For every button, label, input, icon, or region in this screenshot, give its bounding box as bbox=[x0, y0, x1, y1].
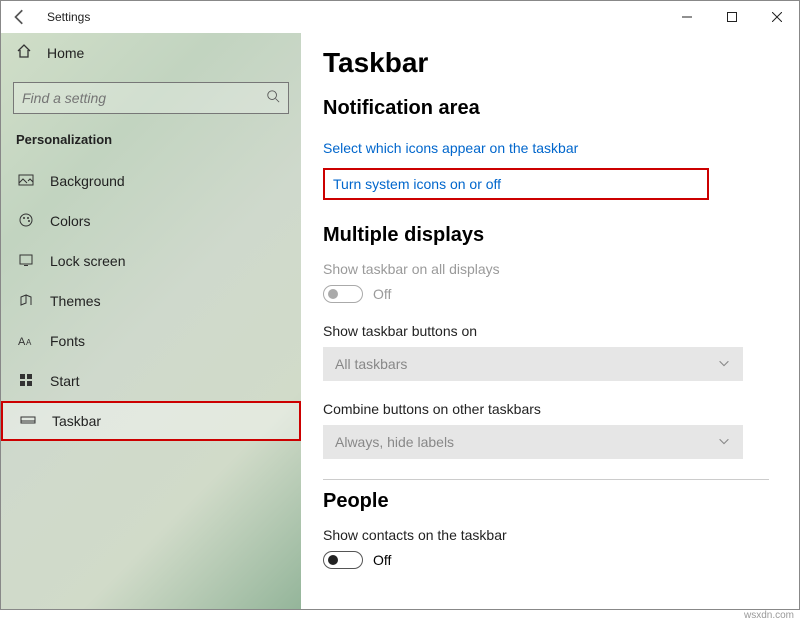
link-system-icons[interactable]: Turn system icons on or off bbox=[323, 168, 709, 200]
select-combine[interactable]: Always, hide labels bbox=[323, 425, 743, 459]
search-input[interactable] bbox=[22, 90, 266, 106]
chevron-down-icon bbox=[717, 434, 731, 451]
sidebar-item-label: Fonts bbox=[50, 333, 85, 349]
start-icon bbox=[18, 372, 34, 391]
setting-label: Show taskbar on all displays bbox=[323, 261, 769, 277]
taskbar-icon bbox=[20, 412, 36, 431]
home-icon bbox=[16, 43, 32, 62]
sidebar-item-label: Start bbox=[50, 373, 80, 389]
setting-buttons-on: Show taskbar buttons on All taskbars bbox=[323, 323, 769, 381]
setting-show-contacts: Show contacts on the taskbar Off bbox=[323, 527, 769, 569]
sidebar-item-taskbar[interactable]: Taskbar bbox=[1, 401, 301, 441]
select-value: Always, hide labels bbox=[335, 434, 454, 450]
sidebar-item-themes[interactable]: Themes bbox=[1, 281, 301, 321]
setting-label: Show taskbar buttons on bbox=[323, 323, 769, 339]
toggle-state: Off bbox=[373, 552, 391, 568]
chevron-down-icon bbox=[717, 356, 731, 373]
sidebar-item-lockscreen[interactable]: Lock screen bbox=[1, 241, 301, 281]
select-buttons-on[interactable]: All taskbars bbox=[323, 347, 743, 381]
sidebar-home[interactable]: Home bbox=[1, 33, 301, 72]
heading-notification: Notification area bbox=[323, 97, 769, 120]
search-icon bbox=[266, 89, 280, 108]
setting-label: Combine buttons on other taskbars bbox=[323, 401, 769, 417]
sidebar-item-label: Colors bbox=[50, 213, 90, 229]
sidebar-item-label: Background bbox=[50, 173, 125, 189]
setting-show-all-displays: Show taskbar on all displays Off bbox=[323, 261, 769, 303]
lockscreen-icon bbox=[18, 252, 34, 271]
fonts-icon: AA bbox=[18, 332, 34, 351]
themes-icon bbox=[18, 292, 34, 311]
close-button[interactable] bbox=[754, 1, 799, 33]
colors-icon bbox=[18, 212, 34, 231]
toggle-show-all-displays bbox=[323, 285, 363, 303]
heading-displays: Multiple displays bbox=[323, 224, 769, 247]
toggle-state: Off bbox=[373, 286, 391, 302]
page-title: Taskbar bbox=[323, 47, 769, 79]
sidebar-navlist: Background Colors Lock screen Themes AA … bbox=[1, 161, 301, 441]
settings-window: Settings Home Personalization Background bbox=[0, 0, 800, 610]
setting-combine: Combine buttons on other taskbars Always… bbox=[323, 401, 769, 459]
sidebar-item-start[interactable]: Start bbox=[1, 361, 301, 401]
back-icon[interactable] bbox=[11, 8, 29, 26]
sidebar-item-colors[interactable]: Colors bbox=[1, 201, 301, 241]
heading-people: People bbox=[323, 490, 769, 513]
sidebar-item-fonts[interactable]: AA Fonts bbox=[1, 321, 301, 361]
select-value: All taskbars bbox=[335, 356, 407, 372]
sidebar-item-background[interactable]: Background bbox=[1, 161, 301, 201]
sidebar-item-label: Themes bbox=[50, 293, 101, 309]
watermark: wsxdn.com bbox=[744, 610, 794, 621]
search-box[interactable] bbox=[13, 82, 289, 114]
main-content: Taskbar Notification area Select which i… bbox=[301, 33, 799, 609]
sidebar-section-title: Personalization bbox=[1, 132, 301, 161]
link-select-icons[interactable]: Select which icons appear on the taskbar bbox=[323, 134, 769, 162]
minimize-button[interactable] bbox=[664, 1, 709, 33]
background-icon bbox=[18, 172, 34, 191]
sidebar-item-label: Taskbar bbox=[52, 413, 101, 429]
sidebar-item-label: Lock screen bbox=[50, 253, 125, 269]
titlebar: Settings bbox=[1, 1, 799, 33]
toggle-show-contacts[interactable] bbox=[323, 551, 363, 569]
divider bbox=[323, 479, 769, 480]
window-title: Settings bbox=[47, 10, 90, 24]
setting-label: Show contacts on the taskbar bbox=[323, 527, 769, 543]
maximize-button[interactable] bbox=[709, 1, 754, 33]
svg-text:A: A bbox=[26, 338, 32, 347]
home-label: Home bbox=[47, 45, 84, 61]
svg-text:A: A bbox=[18, 336, 26, 348]
sidebar: Home Personalization Background Colors L bbox=[1, 33, 301, 609]
